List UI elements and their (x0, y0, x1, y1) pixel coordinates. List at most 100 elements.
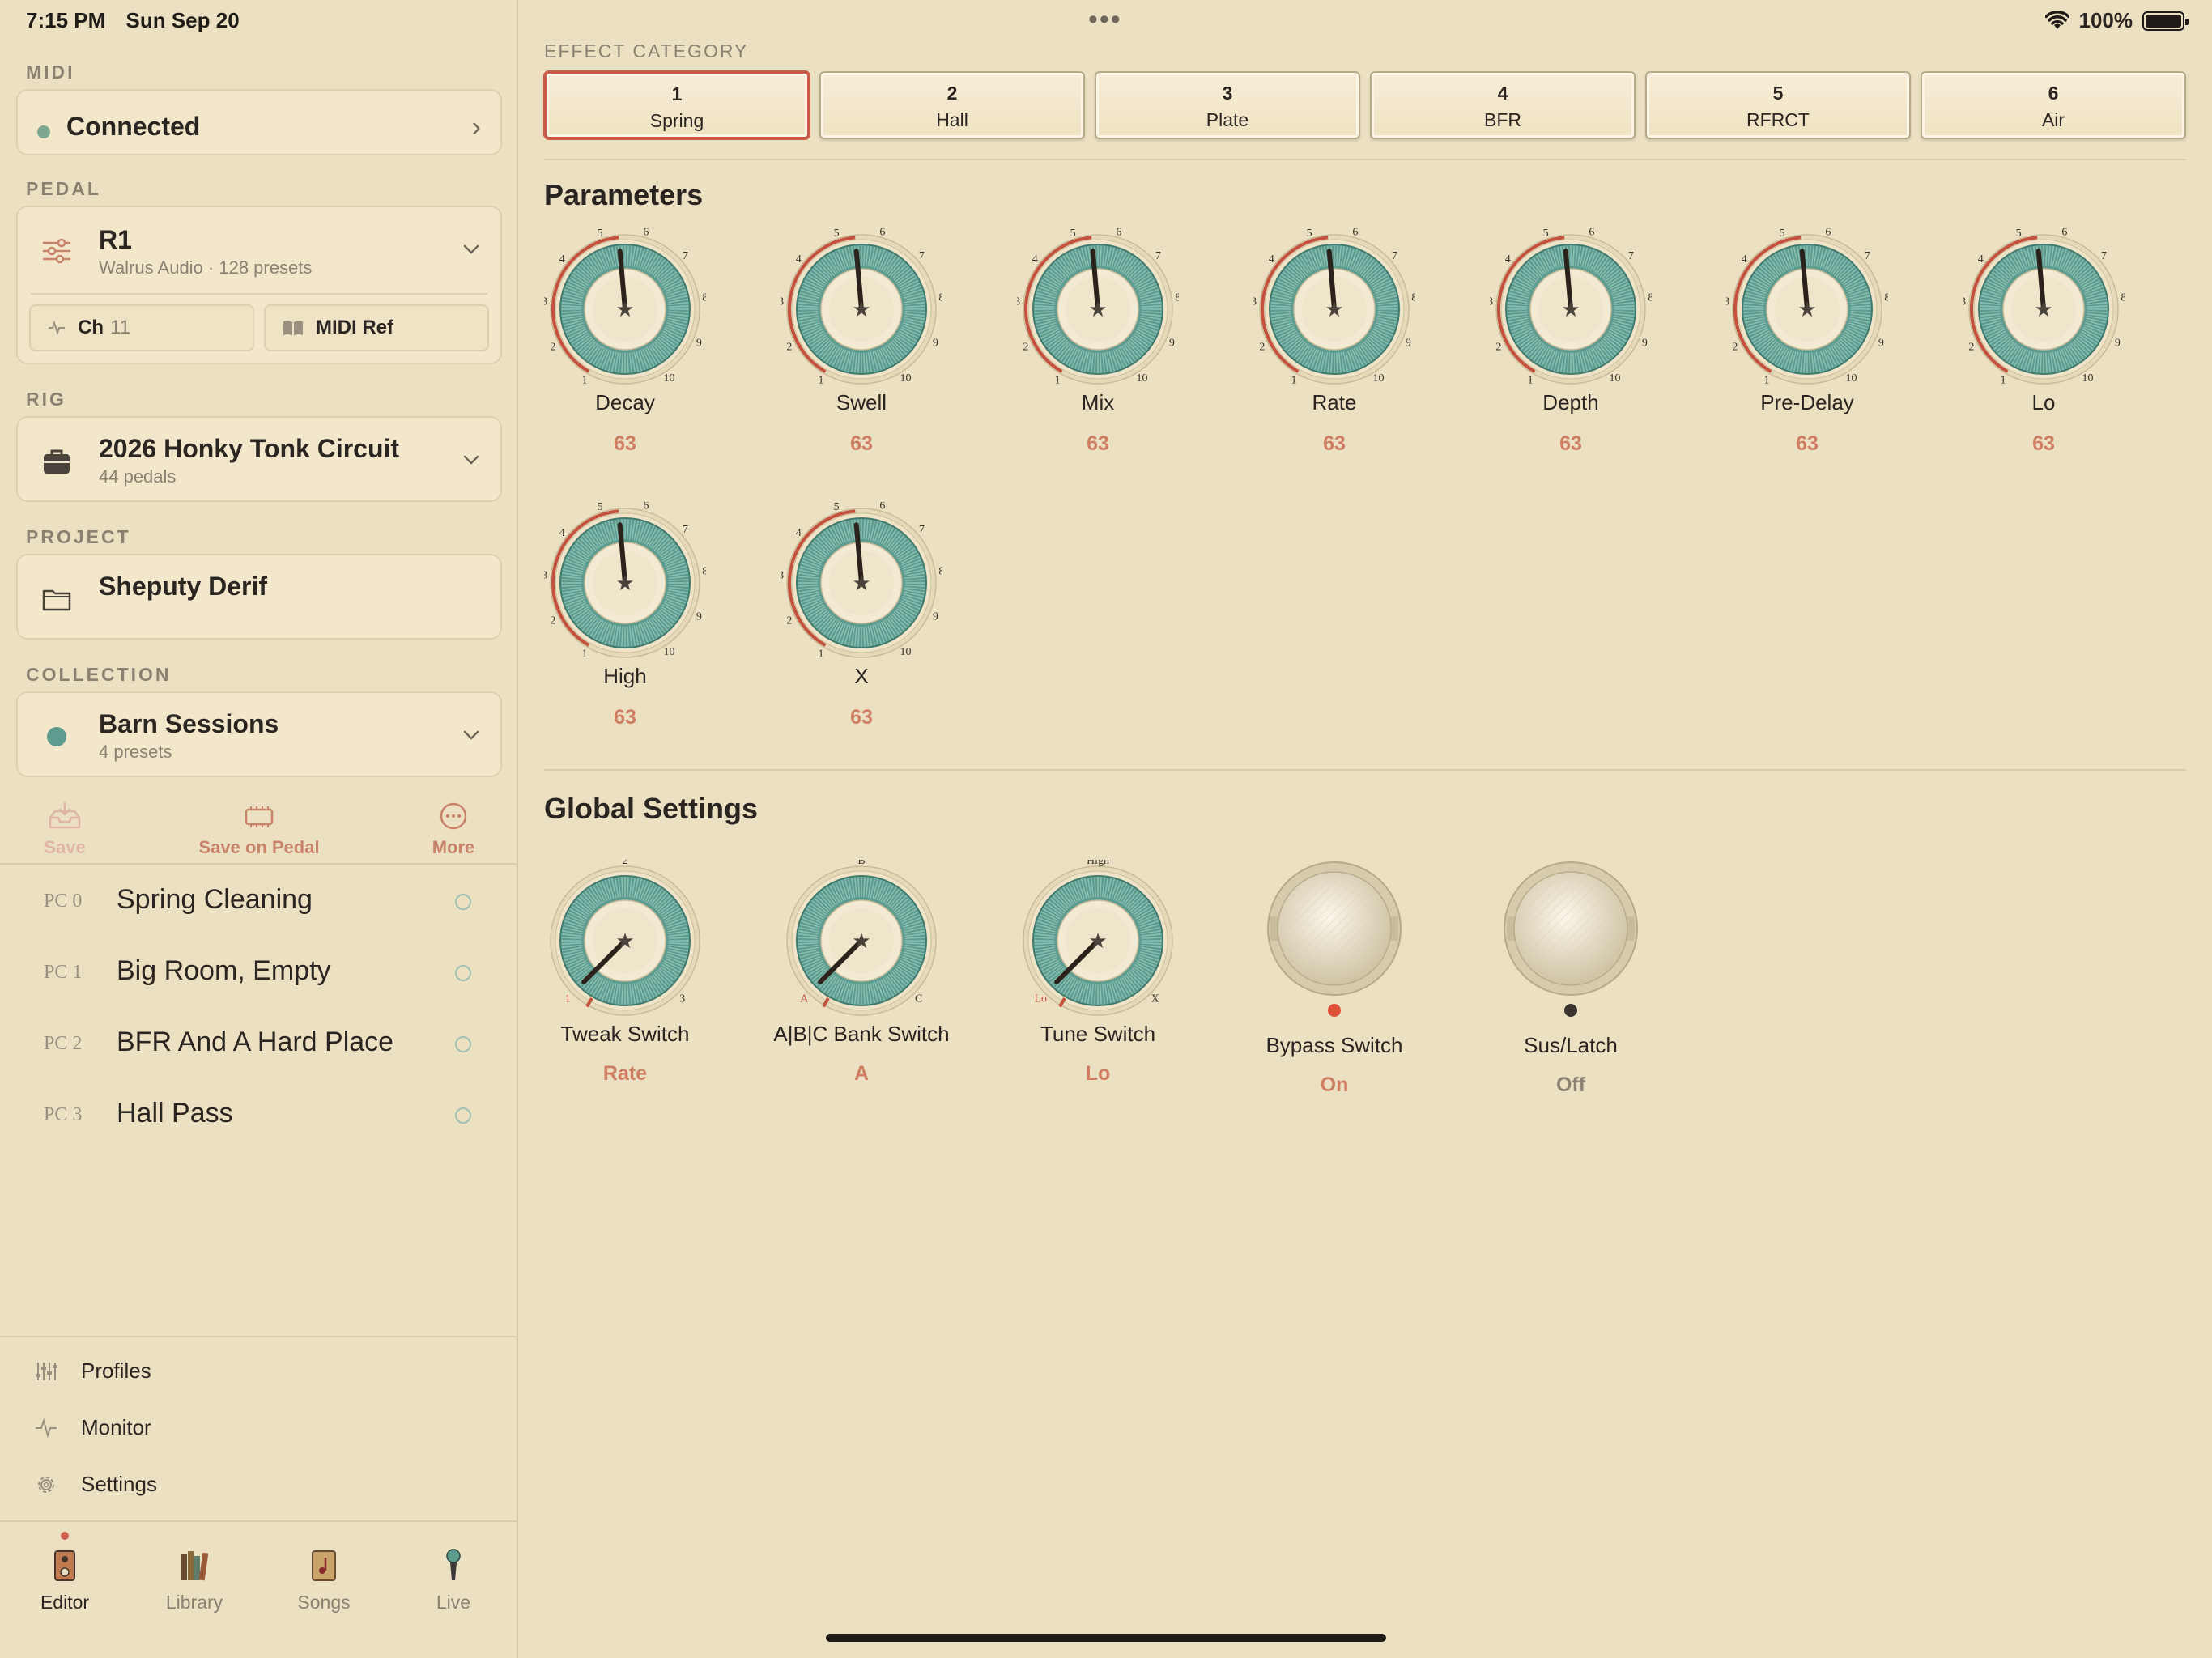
connection-status-dot (37, 125, 50, 138)
knob-dial[interactable]: ★ 1 2 3 4 5 6 7 8 9 10 (1963, 228, 2125, 390)
knob-scale-label: 9 (1406, 338, 1411, 350)
effect-button-bfr[interactable]: 4 BFR (1370, 71, 1636, 139)
footswitch-button[interactable] (1266, 860, 1403, 997)
tab-live-label: Live (436, 1592, 471, 1613)
knob-scale-label: 9 (696, 338, 702, 350)
knob-scale-label: 1 (819, 375, 824, 387)
effect-button-rfrct[interactable]: 5 RFRCT (1645, 71, 1911, 139)
collection-subtitle: 4 presets (99, 742, 172, 762)
knob-pre-delay[interactable]: ★ 1 2 3 4 5 6 7 8 9 10 Pre-Delay 63 (1714, 228, 1900, 471)
effect-button-air[interactable]: 6 Air (1921, 71, 2186, 139)
knob-scale-label: 2 (1968, 341, 1974, 353)
knob-label: Mix (1081, 390, 1115, 414)
knob-scale-label: 3 (1017, 296, 1020, 308)
tab-songs[interactable]: Songs (275, 1546, 372, 1613)
knob-dial[interactable]: ★ 1 2 3 (544, 860, 706, 1022)
tab-library[interactable]: Library (146, 1546, 243, 1613)
knob-label: Lo (2031, 390, 2056, 414)
knob-dial[interactable]: ★ 1 2 3 4 5 6 7 8 9 10 (544, 502, 706, 664)
knob-lo[interactable]: ★ 1 2 3 4 5 6 7 8 9 10 Lo 63 (1950, 228, 2137, 471)
knob-dial[interactable]: ★ 1 2 3 4 5 6 7 8 9 10 (1490, 228, 1652, 390)
settings-link[interactable]: Settings (34, 1472, 157, 1497)
footswitch-bypass-switch[interactable]: Bypass Switch On (1241, 860, 1427, 1119)
knob-dial[interactable]: ★ 1 2 3 4 5 6 7 8 9 10 (1726, 228, 1888, 390)
preset-pc: PC 2 (44, 1033, 83, 1054)
knob-scale-label: 2 (1259, 341, 1265, 353)
knob-scale-label: 8 (1175, 291, 1179, 304)
footswitch-button[interactable] (1502, 860, 1640, 997)
preset-pc: PC 0 (44, 891, 83, 912)
knob-tune-switch[interactable]: ★ Lo High X Tune Switch Lo (1005, 860, 1191, 1103)
knob-value: 63 (850, 706, 873, 729)
home-indicator[interactable] (826, 1634, 1386, 1642)
preset-radio[interactable] (455, 965, 471, 981)
preset-radio[interactable] (455, 894, 471, 910)
effect-button-hall[interactable]: 2 Hall (819, 71, 1085, 139)
knob-scale-label: 6 (1825, 228, 1831, 238)
tab-live[interactable]: Live (405, 1546, 502, 1613)
effect-label: BFR (1484, 109, 1521, 130)
knob-depth[interactable]: ★ 1 2 3 4 5 6 7 8 9 10 Depth 63 (1478, 228, 1664, 471)
collection-card[interactable]: Barn Sessions 4 presets (16, 691, 502, 777)
knob-scale-label: 2 (550, 614, 555, 627)
preset-row[interactable]: PC 1 Big Room, Empty (0, 937, 518, 1009)
rig-card[interactable]: 2026 Honky Tonk Circuit 44 pedals (16, 416, 502, 502)
preset-row[interactable]: PC 3 Hall Pass (0, 1080, 518, 1151)
footswitch-sus-latch[interactable]: Sus/Latch Off (1478, 860, 1664, 1119)
knob-scale-label: 9 (696, 611, 702, 623)
midi-channel-button[interactable]: Ch 11 (29, 304, 254, 351)
profiles-link[interactable]: Profiles (34, 1358, 151, 1384)
preset-row[interactable]: PC 2 BFR And A Hard Place (0, 1009, 518, 1080)
tab-editor[interactable]: Editor (16, 1546, 113, 1613)
knob-x[interactable]: ★ 1 2 3 4 5 6 7 8 9 10 X 63 (768, 502, 955, 745)
effect-number: 2 (946, 83, 958, 104)
chevron-down-icon[interactable] (462, 725, 481, 745)
preset-radio[interactable] (455, 1036, 471, 1052)
knob-scale-label: 3 (1253, 296, 1257, 308)
knob-dial[interactable]: ★ Lo High X (1017, 860, 1179, 1022)
knob-dial[interactable]: ★ A B C (781, 860, 942, 1022)
knob-scale-label: 8 (1884, 291, 1888, 304)
knob-scale-label: High (1087, 860, 1109, 867)
knob-mix[interactable]: ★ 1 2 3 4 5 6 7 8 9 10 Mix 63 (1005, 228, 1191, 471)
knob-scale-label: 10 (1136, 372, 1147, 385)
svg-text:★: ★ (1325, 298, 1343, 322)
knob-swell[interactable]: ★ 1 2 3 4 5 6 7 8 9 10 Swell 63 (768, 228, 955, 471)
knob-scale-label: 1 (582, 648, 588, 661)
knob-dial[interactable]: ★ 1 2 3 4 5 6 7 8 9 10 (1253, 228, 1415, 390)
knob-scale-label: 10 (900, 372, 911, 385)
save-on-pedal-button[interactable]: Save on Pedal (178, 801, 340, 858)
preset-radio[interactable] (455, 1107, 471, 1124)
project-card[interactable]: Sheputy Derif (16, 554, 502, 640)
knob-scale-label: 10 (2082, 372, 2093, 385)
knob-scale-label: 2 (786, 341, 792, 353)
chevron-down-icon[interactable] (462, 450, 481, 470)
knob-decay[interactable]: ★ 1 2 3 4 5 6 7 8 9 10 Decay 63 (532, 228, 718, 471)
footswitch-label: Bypass Switch (1266, 1033, 1403, 1057)
preset-row[interactable]: PC 0 Spring Cleaning (0, 866, 518, 937)
chevron-down-icon[interactable] (462, 240, 481, 259)
knob-rate[interactable]: ★ 1 2 3 4 5 6 7 8 9 10 Rate 63 (1241, 228, 1427, 471)
effect-button-plate[interactable]: 3 Plate (1095, 71, 1360, 139)
monitor-link[interactable]: Monitor (34, 1415, 151, 1440)
midi-connection-card[interactable]: Connected › (16, 89, 502, 155)
knob-scale-label: 9 (2115, 338, 2121, 350)
knob-scale-label: 7 (683, 250, 688, 262)
knob-a-b-c-bank-switch[interactable]: ★ A B C A|B|C Bank Switch A (768, 860, 955, 1103)
knob-dial[interactable]: ★ 1 2 3 4 5 6 7 8 9 10 (781, 228, 942, 390)
knob-label: Swell (836, 390, 887, 414)
effect-button-spring[interactable]: 1 Spring (544, 71, 810, 139)
knob-dial[interactable]: ★ 1 2 3 4 5 6 7 8 9 10 (781, 502, 942, 664)
tab-editor-label: Editor (40, 1592, 90, 1613)
pedal-name[interactable]: R1 (99, 225, 132, 255)
knob-dial[interactable]: ★ 1 2 3 4 5 6 7 8 9 10 (1017, 228, 1179, 390)
save-button[interactable]: Save (32, 801, 97, 858)
knob-tweak-switch[interactable]: ★ 1 2 3 Tweak Switch Rate (532, 860, 718, 1103)
knob-dial[interactable]: ★ 1 2 3 4 5 6 7 8 9 10 (544, 228, 706, 390)
midi-ref-button[interactable]: MIDI Ref (264, 304, 489, 351)
knob-scale-label: 7 (683, 524, 688, 536)
knob-high[interactable]: ★ 1 2 3 4 5 6 7 8 9 10 High 63 (532, 502, 718, 745)
more-button[interactable]: More (421, 801, 486, 858)
knob-label: Tune Switch (1040, 1022, 1156, 1046)
preset-pc: PC 3 (44, 1104, 83, 1125)
